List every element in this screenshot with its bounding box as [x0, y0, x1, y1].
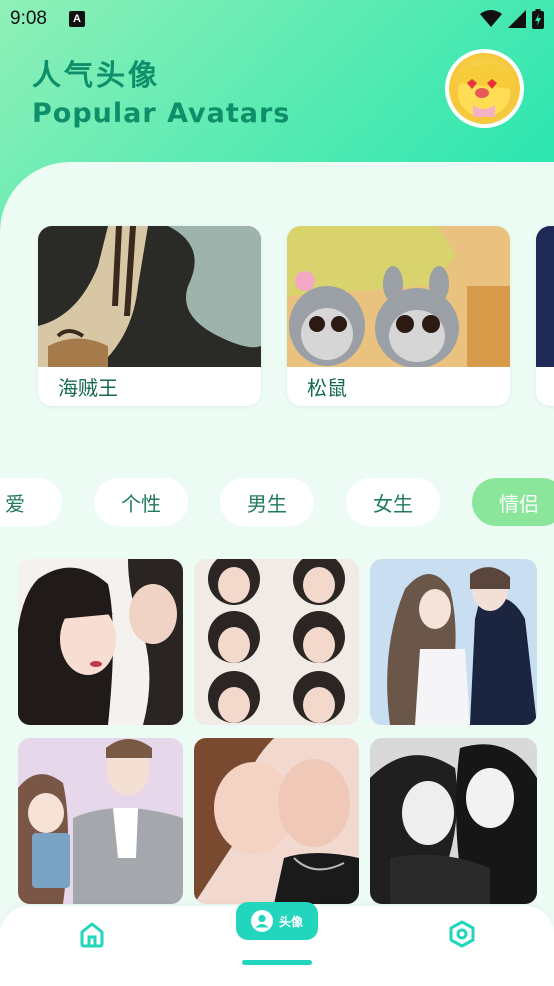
nav-avatar-button[interactable]: 头像: [236, 902, 318, 940]
category-chip[interactable]: 爱: [0, 478, 62, 526]
featured-label: 海贼王: [58, 376, 118, 400]
status-icons: [480, 9, 544, 29]
avatar-grid-item[interactable]: [18, 738, 183, 904]
partial-card-image: [536, 226, 554, 367]
featured-carousel[interactable]: 海贼王 松鼠: [38, 226, 554, 406]
featured-label: 松鼠: [307, 376, 347, 400]
user-icon: [250, 910, 273, 932]
page-title-cn: 人气头像: [32, 58, 161, 92]
featured-card-onepiece[interactable]: 海贼王: [38, 226, 261, 406]
page-title-en: Popular Avatars: [32, 98, 291, 129]
bottom-nav: 头像: [0, 902, 554, 986]
avatar-grid-item[interactable]: [370, 559, 537, 725]
onepiece-image: [38, 226, 261, 367]
squirrel-image: [287, 226, 510, 367]
signal-icon: [508, 10, 526, 28]
category-chip[interactable]: 个性: [94, 478, 188, 526]
avatar-grid-item[interactable]: [18, 559, 183, 725]
featured-card-partial[interactable]: [536, 226, 554, 406]
nav-avatar-label: 头像: [278, 914, 303, 929]
featured-label: [536, 367, 554, 406]
category-tabs: 爱 个性 男生 女生 情侣: [0, 478, 554, 526]
category-chip-active[interactable]: 情侣: [472, 478, 554, 526]
battery-icon: [532, 9, 544, 29]
active-tab-indicator: [242, 960, 312, 965]
avatar-grid: [18, 559, 537, 904]
status-bar: 9:08 A: [0, 0, 554, 38]
featured-card-squirrel[interactable]: 松鼠: [287, 226, 510, 406]
wifi-icon: [480, 10, 502, 27]
app-screen: 9:08 A 人气头像 Popular Avatars 海贼王 松鼠 爱 个性 …: [0, 0, 554, 986]
avatar-grid-item[interactable]: [370, 738, 537, 904]
a-letter-icon: A: [68, 11, 85, 27]
profile-avatar[interactable]: [445, 49, 524, 128]
avatar-grid-item[interactable]: [194, 738, 359, 904]
home-icon[interactable]: [78, 920, 106, 948]
settings-hexagon-icon[interactable]: [448, 920, 476, 948]
avatar-grid-item[interactable]: [194, 559, 359, 725]
category-chip[interactable]: 女生: [346, 478, 440, 526]
cartoon-avatar-image: [449, 53, 520, 124]
status-time: 9:08: [10, 8, 47, 29]
category-chip[interactable]: 男生: [220, 478, 314, 526]
